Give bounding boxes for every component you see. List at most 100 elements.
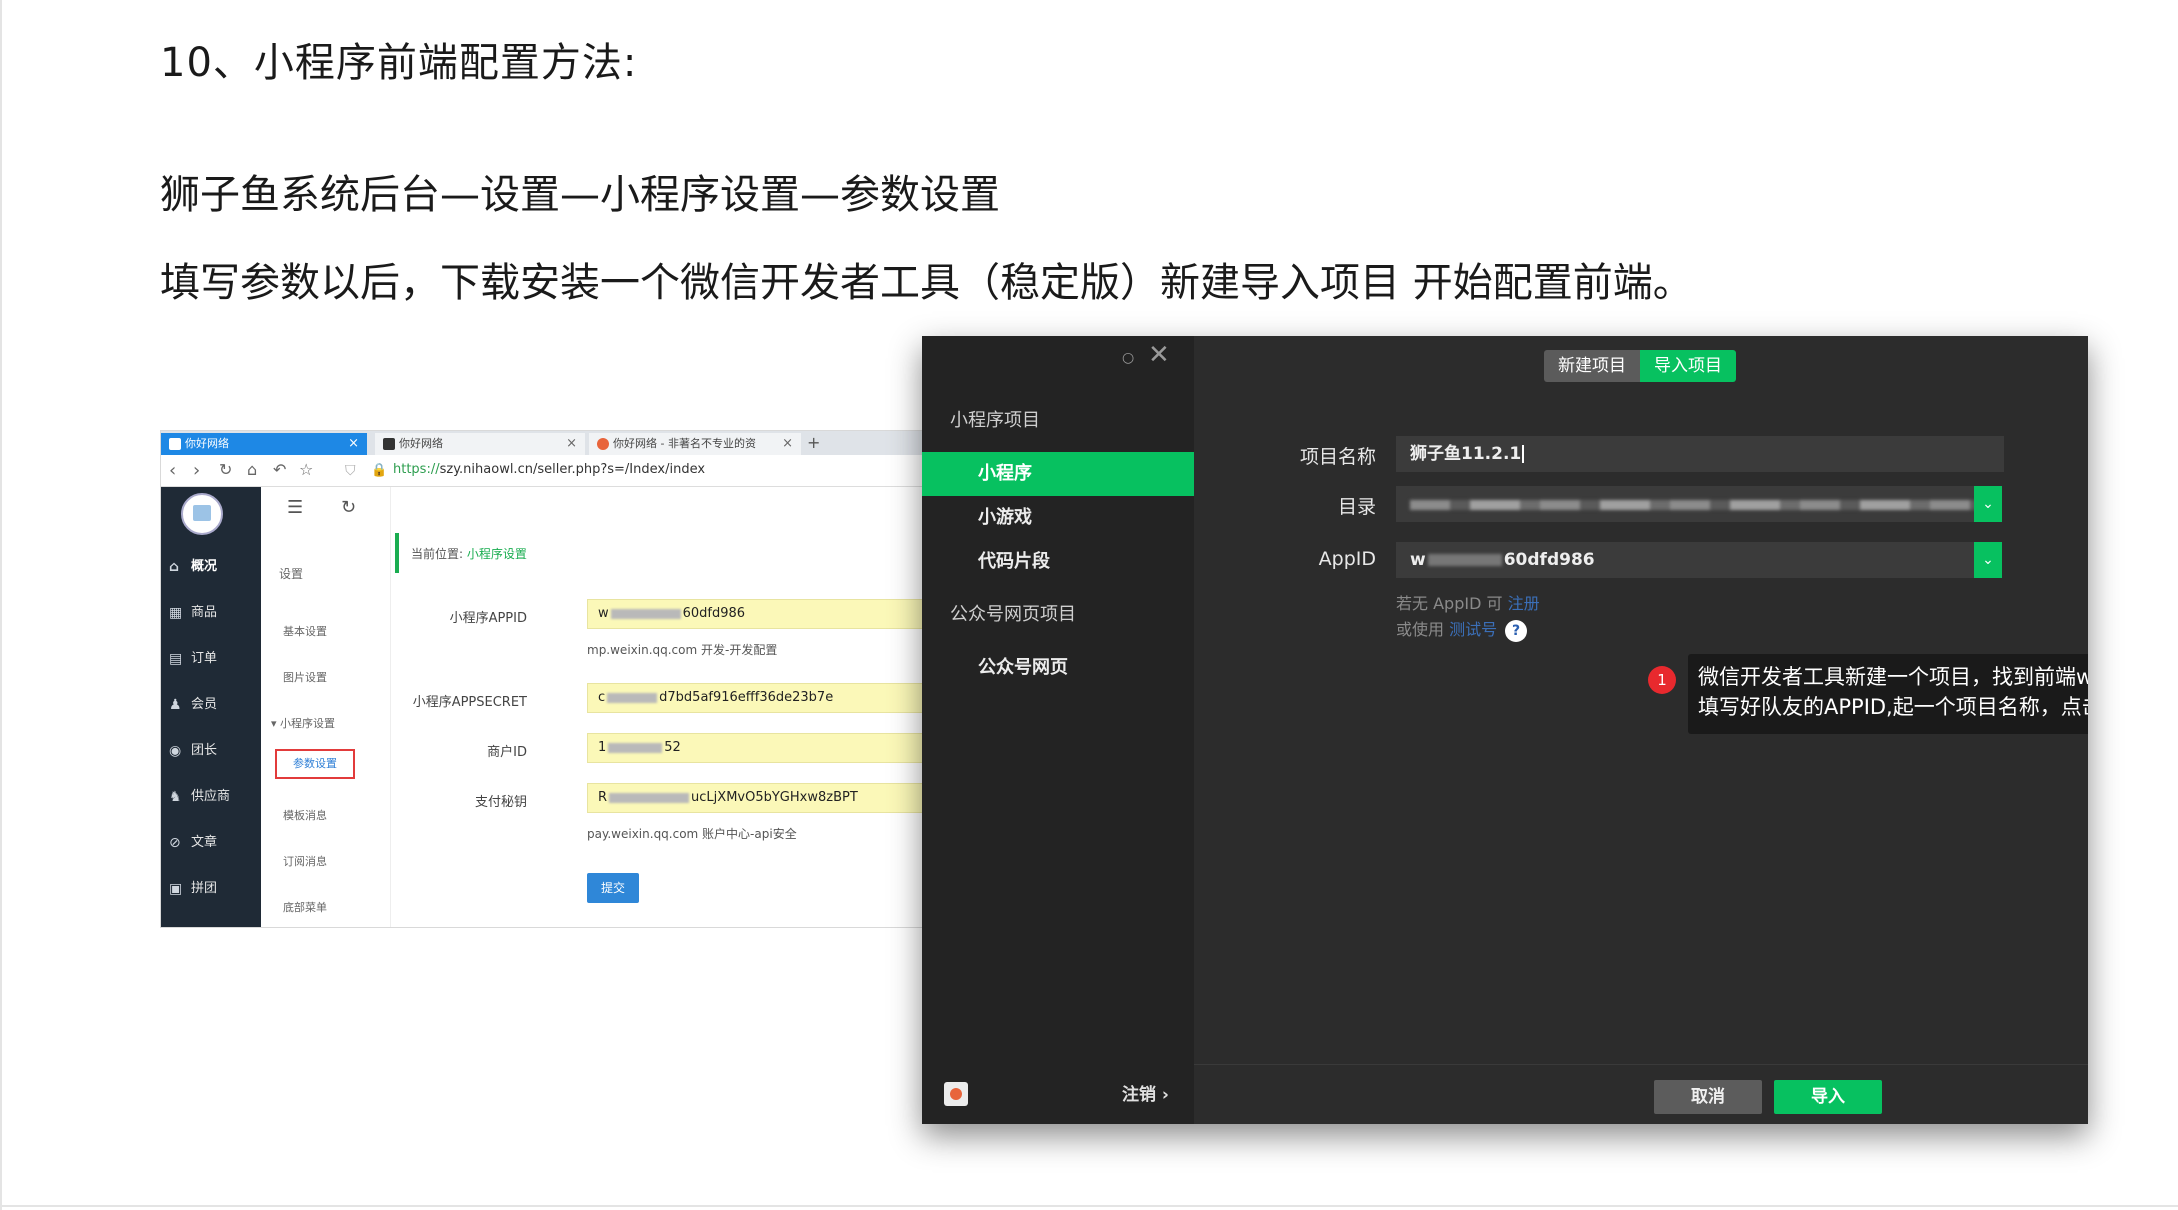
sidebar-item-leaders[interactable]: ◉ 团长 — [161, 733, 261, 769]
logout-link[interactable]: 注销 › — [1122, 1080, 1169, 1105]
appid-input[interactable]: w 60dfd986 — [1396, 542, 1974, 578]
browser-tab-3[interactable]: 你好网络 - 非著名不专业的资 × — [589, 433, 801, 455]
tab-close-icon[interactable]: × — [782, 433, 793, 455]
project-type-minigame[interactable]: 小游戏 — [922, 496, 1194, 540]
instruction-callout: 微信开发者工具新建一个项目，找到前端wxapp文件夹， 填写好队友的APPID,… — [1688, 654, 2088, 734]
refresh-icon[interactable]: ↻ — [341, 497, 356, 518]
breadcrumb-current[interactable]: 小程序设置 — [467, 547, 527, 561]
undo-icon[interactable]: ↶ — [273, 460, 286, 479]
register-hint: 若无 AppID 可 注册 — [1396, 590, 1540, 614]
appid-input[interactable]: w 60dfd986 — [587, 599, 925, 629]
project-name-input[interactable]: 狮子鱼11.2.1 — [1396, 436, 2004, 472]
sidebar-item-overview[interactable]: ⌂ 概况 — [161, 549, 261, 585]
admin-sidebar: ⌂ 概况 ▦ 商品 ▤ 订单 ♟ 会员 ◉ 团长 ♞ 供应商 ⊘ 文章 ▣ 拼团 — [161, 487, 261, 927]
sidebar-item-label: 订单 — [191, 651, 218, 666]
directory-input[interactable] — [1396, 486, 1980, 522]
tab-label: 你好网络 - 非著名不专业的资 — [613, 437, 756, 450]
callout-line-2: 填写好队友的APPID,起一个项目名称，点击导入即可 — [1698, 695, 2088, 719]
avatar[interactable] — [181, 493, 223, 535]
swirl-favicon-icon — [597, 438, 609, 450]
appid-dropdown-icon[interactable]: ⌄ — [1974, 542, 2002, 578]
redacted-value — [610, 608, 681, 619]
test-account-link[interactable]: 测试号 — [1449, 620, 1497, 639]
tab-label: 你好网络 — [399, 437, 443, 450]
sidebar-item-group-buy[interactable]: ▣ 拼团 — [161, 871, 261, 907]
browser-tab-1[interactable]: 你好网络 × — [161, 433, 367, 455]
sidebar-item-orders[interactable]: ▤ 订单 — [161, 641, 261, 677]
appid-prefix: w — [1410, 550, 1426, 570]
subnav-item-subscribe-msg[interactable]: 订阅消息 — [283, 853, 327, 869]
merchant-id-input[interactable]: 1 52 — [587, 733, 925, 763]
project-name-value: 狮子鱼11.2.1 — [1410, 444, 1522, 464]
appid-hint: mp.weixin.qq.com 开发-开发配置 — [587, 643, 778, 657]
pay-key-label: 支付秘钥 — [474, 795, 527, 810]
reload-icon[interactable]: ↻ — [219, 460, 232, 479]
supplier-icon: ♞ — [169, 789, 182, 805]
sidebar-item-members[interactable]: ♟ 会员 — [161, 687, 261, 723]
tab-new-project[interactable]: 新建项目 — [1544, 350, 1640, 382]
redacted-value — [607, 692, 658, 703]
submit-button[interactable]: 提交 — [587, 873, 639, 903]
tab-import-project[interactable]: 导入项目 — [1640, 350, 1736, 382]
cancel-button[interactable]: 取消 — [1654, 1080, 1762, 1114]
page-edge-left — [0, 0, 2, 1210]
project-type-official-web[interactable]: 公众号网页 — [922, 646, 1194, 690]
subnav-item-template-msg[interactable]: 模板消息 — [283, 807, 327, 823]
forward-icon[interactable]: › — [193, 460, 200, 481]
home-icon[interactable]: ⌂ — [247, 460, 257, 479]
minimize-dot-icon[interactable]: ○ — [1122, 350, 1134, 366]
secret-suffix: d7bd5af916efff36de23b7e — [659, 690, 834, 705]
article-icon: ⊘ — [169, 835, 181, 851]
pay-key-hint: pay.weixin.qq.com 账户中心-api安全 — [587, 827, 797, 841]
close-icon[interactable]: ✕ — [1148, 340, 1170, 370]
tab-close-icon[interactable]: × — [348, 433, 359, 455]
paykey-prefix: R — [598, 790, 608, 805]
sidebar-item-articles[interactable]: ⊘ 文章 — [161, 825, 261, 861]
secret-prefix: c — [598, 690, 606, 705]
breadcrumb: 当前位置: 小程序设置 — [411, 545, 527, 562]
project-name-label: 项目名称 — [1299, 446, 1376, 468]
sidebar-item-label: 概况 — [191, 559, 218, 574]
sidebar-item-goods[interactable]: ▦ 商品 — [161, 595, 261, 631]
admin-browser-screenshot: 你好网络 × 你好网络 × 你好网络 - 非著名不专业的资 × + ‹ › ↻ … — [160, 430, 926, 928]
subnav-item-miniprogram[interactable]: ▾ 小程序设置 — [271, 715, 335, 731]
subnav-item-bottom-menu[interactable]: 底部菜单 — [283, 899, 327, 915]
appid-label: 小程序APPID — [449, 611, 527, 626]
project-type-miniprogram[interactable]: 小程序 — [922, 452, 1194, 496]
subnav-item-images[interactable]: 图片设置 — [283, 669, 327, 685]
pay-key-input[interactable]: RucLjXMvO5bYGHxw8zBPT — [587, 783, 925, 813]
settings-path-line: 狮子鱼系统后台—设置—小程序设置—参数设置 — [160, 172, 1000, 218]
page-favicon-icon — [169, 438, 181, 450]
browser-tab-2[interactable]: 你好网络 × — [375, 433, 585, 455]
section-miniprogram-projects: 小程序项目 — [950, 410, 1040, 431]
register-link[interactable]: 注册 — [1508, 594, 1540, 613]
menu-toggle-icon[interactable]: ☰ — [287, 497, 303, 518]
test-account-hint: 或使用 测试号? — [1396, 616, 1528, 642]
tab-label: 你好网络 — [185, 437, 229, 450]
subnav-item-basic[interactable]: 基本设置 — [283, 623, 327, 639]
footer-divider — [1194, 1064, 2088, 1065]
url-scheme: https:// — [393, 462, 440, 477]
url-field[interactable]: https://szy.nihaowl.cn/seller.php?s=/Ind… — [393, 462, 705, 477]
callout-line-1: 微信开发者工具新建一个项目，找到前端wxapp文件夹， — [1698, 665, 2088, 689]
merchant-id-label: 商户ID — [487, 745, 527, 760]
section-official-account-web: 公众号网页项目 — [950, 604, 1076, 625]
address-bar: ‹ › ↻ ⌂ ↶ ☆ ⛉ 🔒 https://szy.nihaowl.cn/s… — [161, 455, 925, 487]
appid-label: AppID — [1318, 548, 1376, 570]
directory-label: 目录 — [1337, 496, 1376, 518]
new-tab-icon[interactable]: + — [807, 433, 820, 452]
project-type-sidebar: ○ ✕ 小程序项目 小程序 小游戏 代码片段 公众号网页项目 公众号网页 注销 … — [922, 336, 1194, 1124]
star-icon[interactable]: ☆ — [299, 460, 313, 479]
subnav-item-params-active[interactable]: 参数设置 — [275, 749, 355, 779]
redacted-value — [609, 792, 690, 803]
appsecret-input[interactable]: c d7bd5af916efff36de23b7e — [587, 683, 925, 713]
directory-dropdown-icon[interactable]: ⌄ — [1974, 486, 2002, 522]
sidebar-item-suppliers[interactable]: ♞ 供应商 — [161, 779, 261, 815]
back-icon[interactable]: ‹ — [169, 460, 176, 481]
project-type-code-snippet[interactable]: 代码片段 — [922, 540, 1194, 584]
help-icon[interactable]: ? — [1505, 619, 1528, 642]
tab-close-icon[interactable]: × — [566, 433, 577, 455]
import-button[interactable]: 导入 — [1774, 1080, 1882, 1114]
user-avatar-icon[interactable] — [944, 1082, 968, 1106]
import-project-panel: 新建项目 导入项目 项目名称 狮子鱼11.2.1 目录 ⌄ AppID w 60d… — [1194, 336, 2088, 1124]
